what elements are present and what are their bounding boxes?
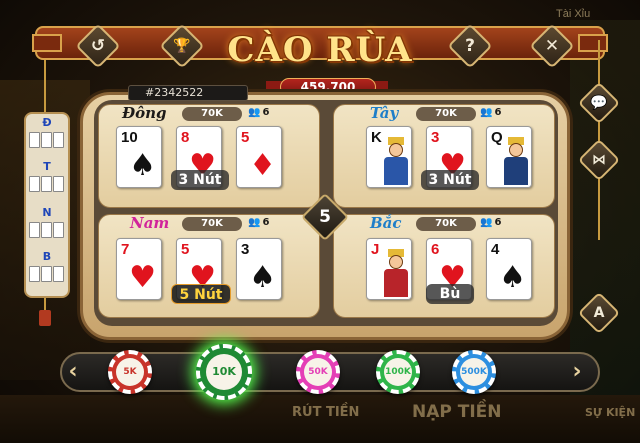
card: 5 ♦	[236, 126, 282, 188]
mini-card	[53, 176, 64, 192]
people-icon: 👥	[480, 217, 493, 228]
card: 7 ♥	[116, 238, 162, 300]
deposit-label[interactable]: NẠP TIỀN	[412, 402, 502, 422]
mini-card	[29, 222, 40, 238]
seat-dong-bet: 70K	[182, 107, 242, 121]
chip-100k[interactable]: 100K	[376, 350, 420, 394]
mini-card	[41, 132, 52, 148]
seat-tay-bet: 70K	[416, 107, 476, 121]
share-icon: ⋈	[592, 152, 606, 168]
scoreboard-bac: B	[42, 250, 52, 263]
game-title: CÀO RÙA	[227, 30, 413, 70]
chips-prev-arrow-icon[interactable]: ‹	[62, 357, 84, 387]
seat-nam-bet: 70K	[182, 217, 242, 231]
scoreboard-tay: T	[43, 160, 51, 173]
help-icon: ?	[465, 36, 475, 56]
people-icon: 👥	[248, 107, 261, 118]
history-row	[29, 222, 65, 244]
history-row	[29, 266, 65, 288]
people-icon: 👥	[480, 107, 493, 118]
trophy-icon: 🏆	[173, 38, 191, 54]
scoreboard-tassel	[39, 310, 51, 326]
mini-card	[53, 222, 64, 238]
history-row	[29, 176, 65, 198]
seat-bac-bet: 70K	[416, 217, 476, 231]
jack-art	[381, 249, 411, 297]
chip-500k[interactable]: 500K	[452, 350, 496, 394]
card: K	[366, 126, 412, 188]
card: 10 ♠	[116, 126, 162, 188]
seat-tay-result: 3 Nút	[421, 170, 479, 190]
seat-nam-result: 5 Nút	[171, 284, 231, 304]
seat-dong-name: Đông	[122, 104, 167, 122]
chip-50k[interactable]: 50K	[296, 350, 340, 394]
queen-art	[501, 137, 531, 185]
mini-card	[53, 266, 64, 282]
room-id: #2342522	[128, 85, 248, 101]
seat-tay-players: 👥 6	[480, 107, 502, 118]
events-label[interactable]: SỰ KIỆN	[585, 406, 635, 419]
withdraw-label[interactable]: RÚT TIỀN	[292, 405, 359, 420]
king-art	[381, 137, 411, 185]
ribbon-end-right	[578, 34, 608, 52]
card: J	[366, 238, 412, 300]
seat-bac-result: Bù	[426, 284, 474, 304]
mini-card	[29, 266, 40, 282]
mini-card	[41, 266, 52, 282]
seat-dong-result: 3 Nút	[171, 170, 229, 190]
scoreboard-nam: N	[42, 206, 52, 219]
back-icon: ↺	[90, 36, 106, 56]
chat-icon: 💬	[590, 95, 608, 111]
chips-next-arrow-icon[interactable]: ›	[566, 357, 588, 387]
mini-card	[41, 176, 52, 192]
chip-5k[interactable]: 5K	[108, 350, 152, 394]
mini-card	[41, 222, 52, 238]
ribbon-end-left	[32, 34, 62, 52]
seat-bac-name: Bắc	[370, 214, 402, 232]
seat-nam-players: 👥 6	[248, 217, 270, 228]
seat-dong-players: 👥 6	[248, 107, 270, 118]
auto-icon: A	[593, 305, 605, 321]
seat-bac-players: 👥 6	[480, 217, 502, 228]
tai-xiu-label: Tài Xỉu	[556, 8, 591, 20]
people-icon: 👥	[248, 217, 261, 228]
card: 4 ♠	[486, 238, 532, 300]
scoreboard-dong: Đ	[42, 116, 52, 129]
card: Q	[486, 126, 532, 188]
chip-10k[interactable]: 10K	[196, 344, 252, 400]
history-row	[29, 132, 65, 154]
close-icon: ✕	[544, 36, 560, 56]
seat-nam-name: Nam	[130, 214, 170, 232]
mini-card	[29, 132, 40, 148]
mini-card	[29, 176, 40, 192]
mini-card	[53, 132, 64, 148]
seat-tay-name: Tây	[370, 104, 399, 122]
card: 3 ♠	[236, 238, 282, 300]
